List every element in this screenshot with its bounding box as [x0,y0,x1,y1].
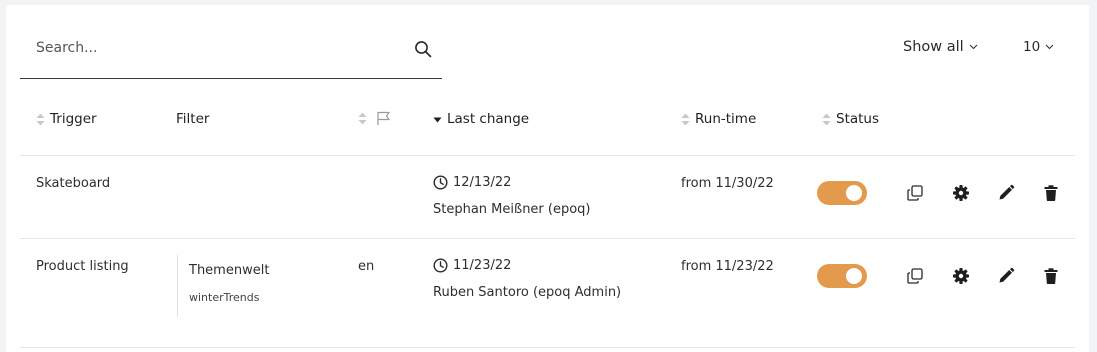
row-divider [20,155,1075,156]
copy-icon[interactable] [906,267,924,285]
page-size-dropdown[interactable]: 10 [1023,39,1054,55]
clock-icon [433,175,448,190]
column-label: Filter [176,111,210,127]
show-all-dropdown[interactable]: Show all [903,39,978,55]
last-change-date: 11/23/22 [433,258,511,273]
sort-icon[interactable] [681,113,690,126]
toggle-knob [846,268,862,284]
search-box [20,27,442,79]
sort-icon[interactable] [358,112,367,125]
last-change-user: Ruben Santoro (epoq Admin) [433,285,622,300]
rules-table-card: Show all 10 Trigger Filter [6,5,1089,352]
trigger-cell: Skateboard [36,176,111,191]
copy-icon[interactable] [906,184,924,202]
gear-icon[interactable] [952,267,970,285]
filter-sub: winterTrends [189,291,260,304]
chevron-down-icon [1045,44,1054,50]
run-time-cell: from 11/23/22 [681,259,774,274]
status-toggle[interactable] [817,264,867,288]
column-header-filter: Filter [176,111,209,127]
filter-divider [177,255,178,317]
show-all-label: Show all [903,39,964,55]
clock-icon [433,258,448,273]
column-header-status[interactable]: Status [822,111,879,127]
column-header-trigger[interactable]: Trigger [36,111,97,127]
chevron-down-icon [969,44,978,50]
date-text: 11/23/22 [453,258,512,273]
sort-icon[interactable] [822,113,831,126]
trash-icon[interactable] [1042,267,1060,285]
column-label: Status [836,111,880,127]
last-change-date: 12/13/22 [433,175,511,190]
column-header-run-time[interactable]: Run-time [681,111,756,127]
toggle-knob [846,185,862,201]
trash-icon[interactable] [1042,184,1060,202]
language-cell: en [358,259,375,274]
trigger-cell: Product listing [36,259,129,274]
column-label: Run-time [695,111,757,127]
column-header-language[interactable] [358,111,392,126]
status-toggle[interactable] [817,181,867,205]
search-icon[interactable] [414,40,432,58]
flag-icon [377,111,390,125]
column-header-last-change[interactable]: Last change [433,111,529,127]
column-label: Last change [447,111,530,127]
gear-icon[interactable] [952,184,970,202]
run-time-cell: from 11/30/22 [681,176,774,191]
pencil-icon[interactable] [997,184,1015,202]
last-change-user: Stephan Meißner (epoq) [433,202,591,217]
page-size-value: 10 [1023,39,1041,55]
pencil-icon[interactable] [997,267,1015,285]
filter-name: Themenwelt [189,263,270,278]
sort-icon[interactable] [36,113,45,126]
column-label: Trigger [50,111,97,127]
caret-down-icon[interactable] [433,113,442,126]
row-divider [20,238,1075,239]
row-divider [20,347,1075,348]
search-input[interactable] [20,27,400,69]
date-text: 12/13/22 [453,175,512,190]
